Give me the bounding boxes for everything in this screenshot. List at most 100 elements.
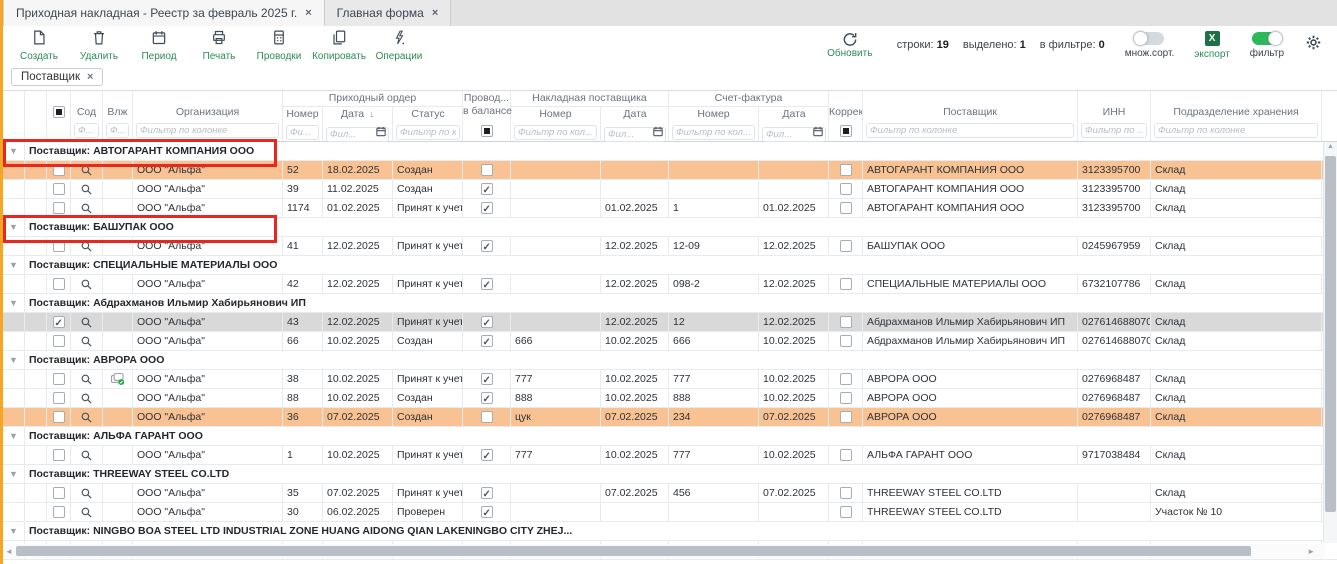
posted-checkbox[interactable] (481, 164, 493, 176)
open-record-button[interactable] (71, 275, 103, 293)
posted-checkbox[interactable] (481, 278, 493, 290)
table-row[interactable]: ООО "Альфа"3911.02.2025СозданАВТОГАРАНТ … (3, 180, 1337, 199)
correction-filter-checkbox[interactable] (840, 125, 852, 137)
horizontal-scrollbar-thumb[interactable] (16, 546, 1251, 556)
correction-checkbox[interactable] (840, 373, 852, 385)
table-row[interactable]: ООО "Альфа"3507.02.2025Принят к учету07.… (3, 484, 1337, 503)
chip-close-icon[interactable]: × (87, 71, 93, 83)
scroll-up-icon[interactable]: ▲ (1324, 143, 1337, 150)
open-record-button[interactable] (71, 503, 103, 521)
correction-checkbox[interactable] (840, 278, 852, 290)
export-button[interactable]: X экспорт (1194, 31, 1230, 60)
group-expander[interactable]: ▼ (3, 218, 25, 236)
table-row[interactable]: ООО "Альфа"117401.02.2025Принят к учету0… (3, 199, 1337, 218)
group-chip-supplier[interactable]: Поставщик × (11, 68, 103, 86)
table-row[interactable]: ООО "Альфа"4112.02.2025Принят к учету12.… (3, 237, 1337, 256)
sort-desc-icon[interactable]: ↓ (369, 109, 374, 120)
posted-filter-checkbox[interactable] (481, 125, 493, 137)
postings-button[interactable]: Проводки (249, 29, 309, 62)
filter-toggle[interactable] (1252, 32, 1282, 45)
invoice-number-filter-input[interactable] (514, 125, 597, 140)
posted-checkbox[interactable] (481, 316, 493, 328)
group-expander[interactable]: ▼ (3, 427, 25, 445)
row-checkbox[interactable] (53, 278, 65, 290)
correction-checkbox[interactable] (840, 449, 852, 461)
table-row[interactable]: ООО "Альфа"8810.02.2025Создан88810.02.20… (3, 389, 1337, 408)
inn-filter-input[interactable] (1081, 123, 1147, 138)
organization-filter-input[interactable] (136, 123, 279, 138)
group-expander[interactable]: ▼ (3, 142, 25, 160)
row-checkbox[interactable] (53, 335, 65, 347)
table-row[interactable]: ООО "Альфа"3607.02.2025Созданцук07.02.20… (3, 408, 1337, 427)
row-checkbox[interactable] (53, 392, 65, 404)
tab-receipt-register[interactable]: Приходная накладная - Реестр за февраль … (3, 0, 325, 26)
open-record-button[interactable] (71, 389, 103, 407)
open-record-button[interactable] (71, 180, 103, 198)
correction-checkbox[interactable] (840, 411, 852, 423)
status-filter-input[interactable] (396, 125, 460, 140)
correction-checkbox[interactable] (840, 487, 852, 499)
table-row[interactable]: ООО "Альфа"5218.02.2025СозданАВТОГАРАНТ … (3, 161, 1337, 180)
row-checkbox[interactable] (53, 164, 65, 176)
group-expander[interactable]: ▼ (3, 256, 25, 274)
row-checkbox[interactable] (53, 202, 65, 214)
scroll-left-icon[interactable]: ◄ (5, 547, 13, 556)
posted-checkbox[interactable] (481, 506, 493, 518)
multisort-toggle[interactable] (1134, 32, 1164, 45)
posted-checkbox[interactable] (481, 392, 493, 404)
operations-button[interactable]: Операции (369, 29, 429, 62)
supplier-filter-input[interactable] (866, 123, 1074, 138)
settings-button[interactable] (1304, 33, 1323, 57)
row-checkbox[interactable] (53, 183, 65, 195)
table-row[interactable]: ООО "Альфа"3810.02.2025Принят к учету777… (3, 370, 1337, 389)
posted-checkbox[interactable] (481, 487, 493, 499)
correction-checkbox[interactable] (840, 316, 852, 328)
correction-checkbox[interactable] (840, 164, 852, 176)
delete-button[interactable]: Удалить (69, 29, 129, 62)
col-receipt-date[interactable]: Дата↓ (323, 107, 393, 143)
print-button[interactable]: Печать (189, 29, 249, 62)
horizontal-scrollbar[interactable]: ◄ ► (3, 544, 1325, 558)
open-record-button[interactable] (71, 370, 103, 388)
period-button[interactable]: Период (129, 29, 189, 62)
posted-checkbox[interactable] (481, 373, 493, 385)
row-checkbox[interactable] (53, 411, 65, 423)
posted-checkbox[interactable] (481, 335, 493, 347)
table-row[interactable]: ООО "Альфа"4312.02.2025Принят к учету12.… (3, 313, 1337, 332)
tab-close-icon[interactable]: × (432, 7, 438, 19)
row-checkbox[interactable] (53, 449, 65, 461)
open-record-button[interactable] (71, 446, 103, 464)
posted-checkbox[interactable] (481, 183, 493, 195)
posted-checkbox[interactable] (481, 240, 493, 252)
correction-checkbox[interactable] (840, 202, 852, 214)
group-expander[interactable]: ▼ (3, 522, 25, 540)
group-expander[interactable]: ▼ (3, 465, 25, 483)
table-row[interactable]: ООО "Альфа"6610.02.2025Создан66610.02.20… (3, 332, 1337, 351)
row-checkbox[interactable] (53, 487, 65, 499)
table-row[interactable]: ООО "Альфа"110.02.2025Принят к учету7771… (3, 446, 1337, 465)
correction-checkbox[interactable] (840, 392, 852, 404)
row-checkbox[interactable] (53, 373, 65, 385)
tab-main-form[interactable]: Главная форма × (325, 0, 452, 26)
tab-close-icon[interactable]: × (305, 7, 311, 19)
select-all-checkbox[interactable] (53, 106, 65, 118)
correction-checkbox[interactable] (840, 240, 852, 252)
open-record-button[interactable] (71, 161, 103, 179)
open-record-button[interactable] (71, 332, 103, 350)
vlozh-filter-input[interactable] (106, 123, 129, 138)
copy-button[interactable]: Копировать (309, 29, 369, 62)
create-button[interactable]: Создать (9, 29, 69, 62)
scroll-right-icon[interactable]: ► (1307, 547, 1315, 556)
posted-checkbox[interactable] (481, 449, 493, 461)
open-record-button[interactable] (71, 408, 103, 426)
table-row[interactable]: ООО "Альфа"4212.02.2025Принят к учету12.… (3, 275, 1337, 294)
open-record-button[interactable] (71, 484, 103, 502)
posted-checkbox[interactable] (481, 411, 493, 423)
refresh-button[interactable]: Обновить (823, 31, 877, 59)
row-checkbox[interactable] (53, 240, 65, 252)
vertical-scrollbar[interactable]: ▲ (1323, 142, 1337, 543)
correction-checkbox[interactable] (840, 183, 852, 195)
open-record-button[interactable] (71, 313, 103, 331)
group-expander[interactable]: ▼ (3, 294, 25, 312)
table-row[interactable]: ООО "Альфа"3006.02.2025ПроверенTHREEWAY … (3, 503, 1337, 522)
